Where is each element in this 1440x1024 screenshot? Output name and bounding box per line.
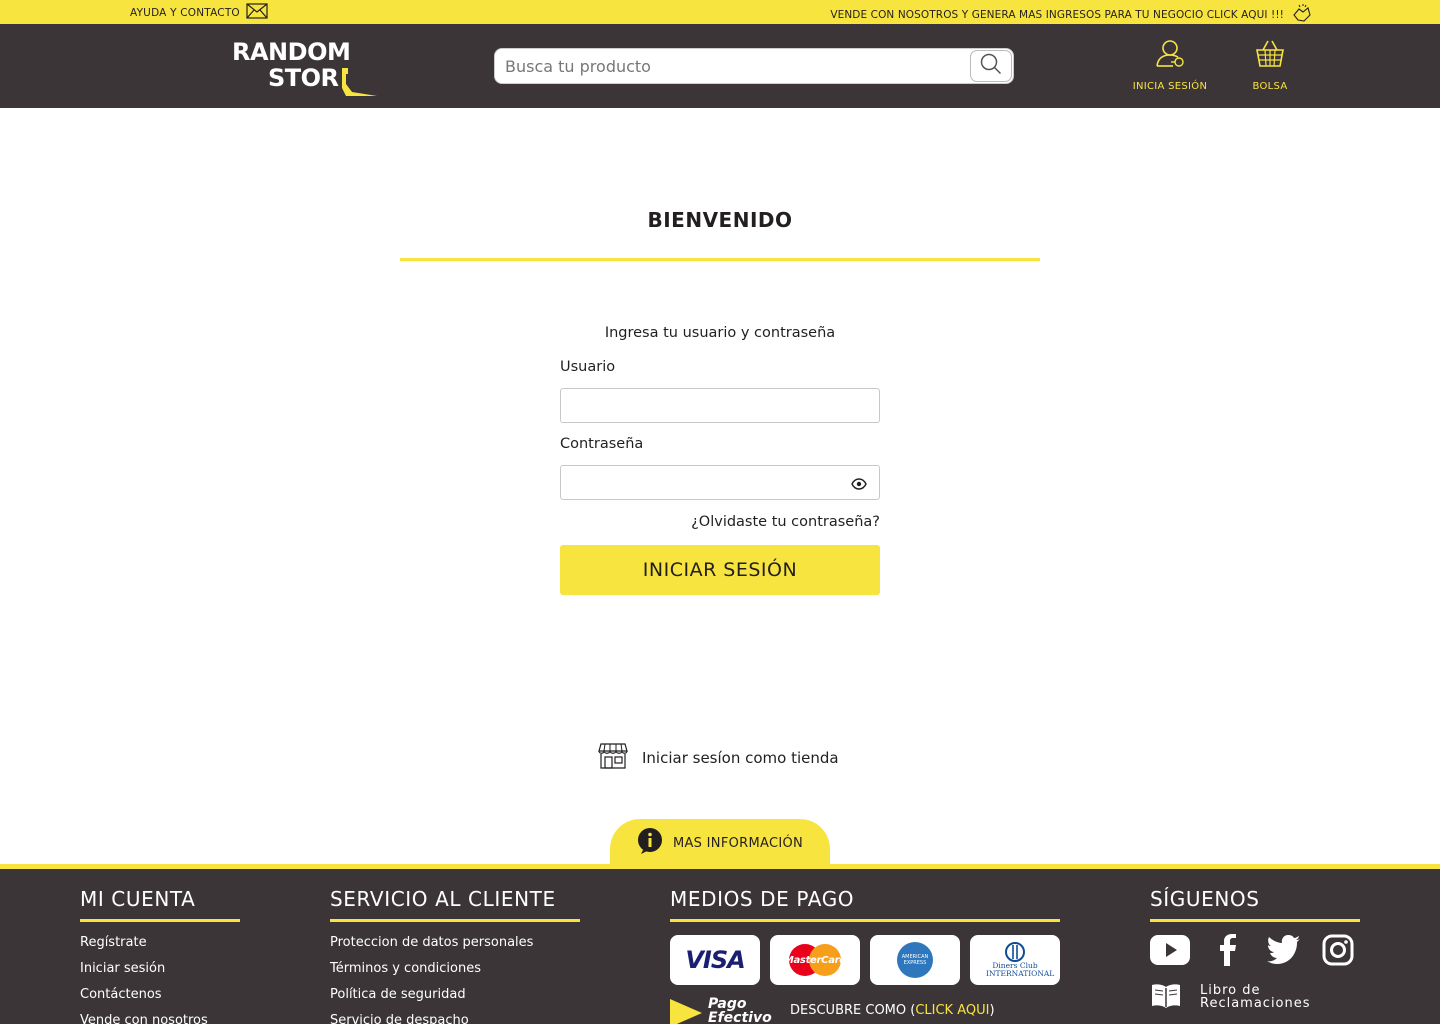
instagram-icon[interactable] [1322, 934, 1354, 970]
mastercard-logo: MasterCard [770, 935, 860, 985]
username-input[interactable] [561, 389, 879, 422]
login-submit-button[interactable]: INICIAR SESIÓN [560, 545, 880, 595]
sell-with-us-link[interactable]: VENDE CON NOSOTROS Y GENERA MAS INGRESOS… [830, 3, 1312, 26]
more-info-label: MAS INFORMACIÓN [672, 835, 804, 851]
footer-link-sell[interactable]: Vende con nosotros [80, 1012, 240, 1024]
username-field-wrapper [560, 388, 880, 423]
logo-text-line2: STOR [268, 64, 339, 92]
visa-logo: VISA [670, 935, 760, 985]
footer-account-column: MI CUENTA Regístrate Iniciar sesión Cont… [80, 887, 240, 1024]
footer-social-title: SÍGUENOS [1150, 887, 1360, 922]
footer-account-title: MI CUENTA [80, 887, 240, 922]
american-express-logo: AMERICAN EXPRESS [870, 935, 960, 985]
footer-link-data-protection[interactable]: Proteccion de datos personales [330, 934, 580, 960]
forgot-password-link[interactable]: ¿Olvidaste tu contraseña? [560, 514, 880, 530]
social-links [1150, 934, 1360, 970]
footer-link-login[interactable]: Iniciar sesión [80, 960, 240, 986]
header-bag-label: BOLSA [1252, 81, 1288, 92]
complaints-book-link[interactable]: Libro de Reclamaciones [1150, 982, 1360, 1011]
top-announcement-bar: AYUDA Y CONTACTO VENDE CON NOSOTROS Y GE… [0, 0, 1440, 24]
footer-link-contact[interactable]: Contáctenos [80, 986, 240, 1012]
store-login-label: Iniciar sesíon como tienda [642, 749, 839, 767]
payment-cards: VISA MasterCard AMERICAN EXPRESS Diners … [670, 935, 1060, 985]
footer-service-column: SERVICIO AL CLIENTE Proteccion de datos … [330, 887, 580, 1024]
password-input[interactable] [561, 466, 879, 499]
title-underline [400, 258, 1040, 261]
twitter-icon[interactable] [1266, 934, 1302, 970]
pago-efectivo-logo[interactable]: Pago Efectivo [670, 997, 772, 1024]
page-title: BIENVENIDO [647, 208, 793, 232]
footer-link-terms[interactable]: Términos y condiciones [330, 960, 580, 986]
info-icon [637, 828, 663, 858]
username-label: Usuario [560, 359, 616, 375]
sell-promo-text: VENDE CON NOSOTROS Y GENERA MAS INGRESOS… [830, 8, 1284, 21]
help-contact-link[interactable]: AYUDA Y CONTACTO [130, 3, 268, 22]
footer: MI CUENTA Regístrate Iniciar sesión Cont… [0, 869, 1440, 1024]
complaints-book-label: Libro de Reclamaciones [1200, 982, 1311, 1011]
search-bar [494, 48, 1014, 84]
footer-service-title: SERVICIO AL CLIENTE [330, 887, 580, 922]
footer-link-shipping[interactable]: Servicio de despacho [330, 1012, 580, 1024]
header-login-button[interactable]: INICIA SESIÓN [1130, 38, 1210, 92]
footer-link-register[interactable]: Regístrate [80, 934, 240, 960]
basket-icon [1254, 38, 1286, 73]
search-button[interactable] [970, 50, 1012, 82]
random-store-logo[interactable]: RANDOM STOR [232, 38, 382, 96]
header-login-label: INICIA SESIÓN [1132, 81, 1208, 92]
more-info-tab[interactable]: MAS INFORMACIÓN [610, 819, 830, 867]
help-contact-label: AYUDA Y CONTACTO [130, 6, 240, 19]
password-field-wrapper [560, 465, 880, 500]
footer-payment-column: MEDIOS DE PAGO VISA MasterCard AMERICAN … [670, 887, 1060, 1024]
header-bag-button[interactable]: BOLSA [1235, 38, 1305, 92]
search-icon [980, 53, 1002, 79]
discover-payment-text: DESCUBRE COMO (CLICK AQUI) [790, 1003, 995, 1018]
logo-text-line1: RANDOM [232, 38, 351, 66]
search-input[interactable] [505, 53, 965, 79]
logo-e-mark [342, 68, 377, 96]
envelope-icon [246, 3, 268, 22]
book-icon [1150, 982, 1182, 1011]
pago-efectivo-row: Pago Efectivo DESCUBRE COMO (CLICK AQUI) [670, 997, 1060, 1024]
login-instructions: Ingresa tu usuario y contraseña [604, 325, 836, 341]
show-password-eye-icon[interactable] [851, 476, 867, 495]
user-icon [1154, 38, 1186, 73]
footer-payment-title: MEDIOS DE PAGO [670, 887, 1060, 922]
discover-payment-link[interactable]: CLICK AQUI [915, 1003, 989, 1018]
handshake-icon [1290, 3, 1312, 26]
main-header: RANDOM STOR INICIA SESIÓN BOLSA [0, 24, 1440, 108]
footer-link-security-policy[interactable]: Política de seguridad [330, 986, 580, 1012]
facebook-icon[interactable] [1210, 934, 1246, 970]
store-login-link[interactable]: Iniciar sesíon como tienda [598, 742, 839, 774]
youtube-icon[interactable] [1150, 935, 1190, 969]
storefront-icon [598, 742, 628, 774]
password-label: Contraseña [560, 436, 644, 452]
footer-social-column: SÍGUENOS Libro de Reclamaciones [1150, 887, 1360, 1011]
diners-club-logo: Diners Club INTERNATIONAL [970, 935, 1060, 985]
